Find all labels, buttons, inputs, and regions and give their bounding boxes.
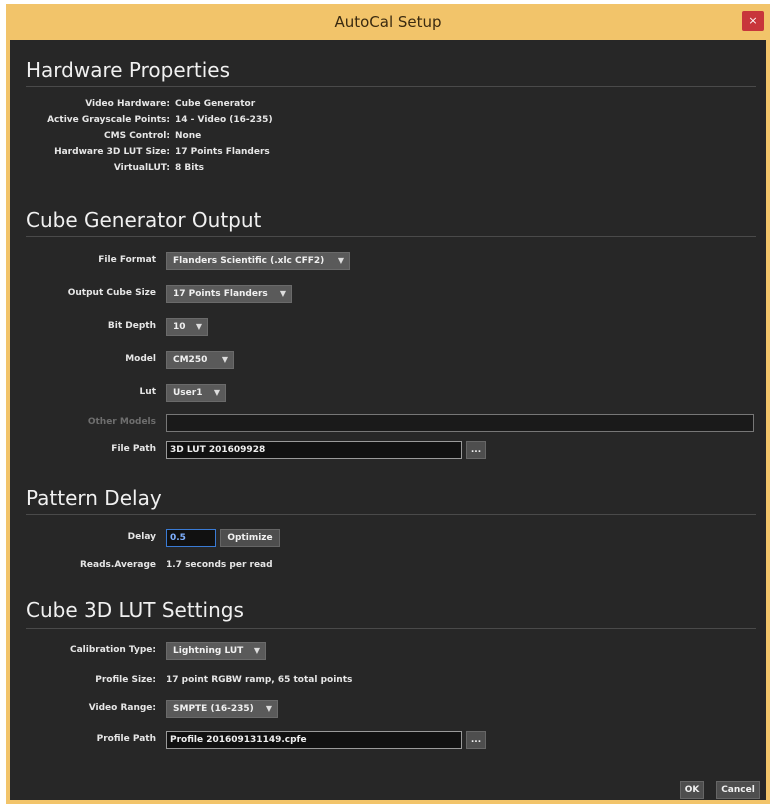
- other-models-input[interactable]: [166, 414, 754, 432]
- file-format-value: Flanders Scientific (.xlc CFF2): [173, 256, 325, 266]
- autocal-setup-window: AutoCal Setup × Hardware Properties Vide…: [6, 4, 770, 804]
- hw-label-grayscale: Active Grayscale Points:: [47, 115, 170, 125]
- file-format-dropdown[interactable]: Flanders Scientific (.xlc CFF2) ▼: [166, 252, 350, 270]
- hw-value-virtuallut: 8 Bits: [175, 163, 204, 173]
- hw-label-virtuallut: VirtualLUT:: [113, 163, 170, 173]
- hw-value-grayscale: 14 - Video (16-235): [175, 115, 273, 125]
- model-dropdown[interactable]: CM250 ▼: [166, 351, 234, 369]
- calibration-type-dropdown[interactable]: Lightning LUT ▼: [166, 642, 266, 660]
- hw-label-video-hardware: Video Hardware:: [85, 99, 170, 109]
- profile-path-label: Profile Path: [96, 734, 156, 744]
- video-range-label: Video Range:: [88, 703, 156, 713]
- file-format-label: File Format: [98, 255, 156, 265]
- hw-value-cms: None: [175, 131, 202, 141]
- divider: [26, 628, 756, 629]
- file-path-label: File Path: [111, 444, 156, 454]
- cube-generator-output-heading: Cube Generator Output: [26, 208, 262, 232]
- divider: [26, 236, 756, 237]
- chevron-down-icon: ▼: [265, 704, 272, 713]
- lut-label: Lut: [139, 387, 156, 397]
- profile-size-value: 17 point RGBW ramp, 65 total points: [166, 675, 353, 685]
- chevron-down-icon: ▼: [195, 322, 202, 331]
- hw-label-cms: CMS Control:: [104, 131, 170, 141]
- hw-value-video-hardware: Cube Generator: [175, 99, 256, 109]
- output-cube-size-label: Output Cube Size: [67, 288, 156, 298]
- close-icon[interactable]: ×: [742, 11, 764, 31]
- delay-label: Delay: [127, 532, 156, 542]
- divider: [26, 514, 756, 515]
- cancel-button[interactable]: Cancel: [716, 781, 760, 799]
- model-label: Model: [125, 354, 156, 364]
- chevron-down-icon: ▼: [279, 289, 286, 298]
- pattern-delay-heading: Pattern Delay: [26, 486, 162, 510]
- profile-path-input[interactable]: Profile 201609131149.cpfe: [166, 731, 462, 749]
- calibration-type-label: Calibration Type:: [70, 645, 156, 655]
- chevron-down-icon: ▼: [213, 388, 220, 397]
- lut-value: User1: [173, 388, 203, 398]
- bit-depth-label: Bit Depth: [107, 321, 156, 331]
- video-range-value: SMPTE (16-235): [173, 704, 254, 714]
- profile-size-label: Profile Size:: [95, 675, 156, 685]
- hw-label-lut-size: Hardware 3D LUT Size:: [54, 147, 170, 157]
- window-title: AutoCal Setup: [334, 13, 442, 31]
- ok-button[interactable]: OK: [680, 781, 704, 799]
- reads-average-value: 1.7 seconds per read: [166, 560, 273, 570]
- chevron-down-icon: ▼: [337, 256, 344, 265]
- hardware-properties-list: Video Hardware: Cube Generator Active Gr…: [30, 96, 330, 178]
- output-cube-size-dropdown[interactable]: 17 Points Flanders ▼: [166, 285, 292, 303]
- hardware-properties-heading: Hardware Properties: [26, 58, 230, 82]
- hw-value-lut-size: 17 Points Flanders: [175, 147, 270, 157]
- chevron-down-icon: ▼: [221, 355, 228, 364]
- calibration-type-value: Lightning LUT: [173, 646, 244, 656]
- dialog-body: Hardware Properties Video Hardware: Cube…: [10, 40, 766, 800]
- chevron-down-icon: ▼: [253, 646, 260, 655]
- output-cube-size-value: 17 Points Flanders: [173, 289, 268, 299]
- optimize-button[interactable]: Optimize: [220, 529, 280, 547]
- model-value: CM250: [173, 355, 208, 365]
- other-models-label: Other Models: [87, 417, 156, 427]
- reads-average-label: Reads.Average: [80, 560, 156, 570]
- video-range-dropdown[interactable]: SMPTE (16-235) ▼: [166, 700, 278, 718]
- lut-settings-heading: Cube 3D LUT Settings: [26, 598, 244, 622]
- file-path-browse-button[interactable]: ...: [466, 441, 486, 459]
- bit-depth-value: 10: [173, 322, 186, 332]
- lut-dropdown[interactable]: User1 ▼: [166, 384, 226, 402]
- delay-input[interactable]: 0.5: [166, 529, 216, 547]
- title-bar: AutoCal Setup ×: [6, 4, 770, 40]
- divider: [26, 86, 756, 87]
- profile-path-browse-button[interactable]: ...: [466, 731, 486, 749]
- bit-depth-dropdown[interactable]: 10 ▼: [166, 318, 208, 336]
- file-path-input[interactable]: 3D LUT 201609928: [166, 441, 462, 459]
